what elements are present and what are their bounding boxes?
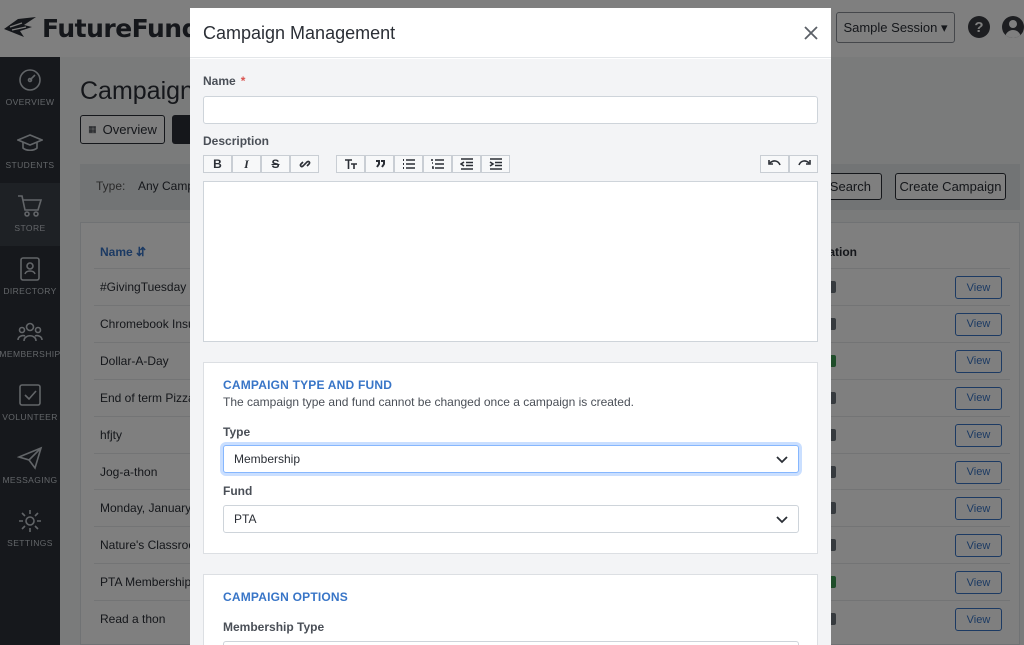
italic-glyph: I bbox=[244, 156, 249, 171]
modal-header: Campaign Management bbox=[190, 8, 831, 58]
description-label: Description bbox=[203, 134, 270, 148]
indent-button[interactable] bbox=[481, 155, 510, 173]
name-label-text: Name bbox=[203, 74, 236, 88]
numbered-list-icon bbox=[430, 159, 444, 169]
quote-button[interactable] bbox=[365, 155, 394, 173]
bold-button[interactable]: B bbox=[203, 155, 232, 173]
heading-button[interactable] bbox=[336, 155, 365, 173]
modal-body bbox=[190, 59, 831, 645]
name-field-label: Name * bbox=[203, 74, 245, 88]
section-note: The campaign type and fund cannot be cha… bbox=[223, 395, 634, 409]
modal-title: Campaign Management bbox=[203, 23, 396, 43]
section-title: CAMPAIGN TYPE AND FUND bbox=[223, 378, 393, 392]
indent-icon bbox=[489, 158, 502, 170]
link-button[interactable] bbox=[290, 155, 319, 173]
undo-button[interactable] bbox=[760, 155, 789, 173]
type-select-value: Membership bbox=[234, 452, 301, 466]
section-title: CAMPAIGN OPTIONS bbox=[223, 590, 348, 604]
strikethrough-button[interactable]: S bbox=[261, 155, 290, 173]
campaign-type-fund-section: CAMPAIGN TYPE AND FUND The campaign type… bbox=[203, 362, 818, 554]
quote-icon bbox=[375, 160, 385, 168]
heading-icon bbox=[344, 159, 357, 169]
strike-glyph: S bbox=[271, 157, 280, 171]
campaign-name-input[interactable] bbox=[203, 96, 818, 124]
type-select[interactable]: Membership bbox=[223, 445, 799, 473]
outdent-icon bbox=[459, 158, 473, 170]
membership-type-select[interactable] bbox=[223, 641, 799, 645]
campaign-management-modal: Campaign Management Name * Description B … bbox=[190, 8, 831, 645]
undo-icon bbox=[767, 160, 781, 166]
chevron-down-icon bbox=[776, 516, 788, 524]
fund-select-value: PTA bbox=[234, 512, 257, 526]
redo-icon bbox=[797, 160, 811, 166]
campaign-options-section: CAMPAIGN OPTIONS Membership Type bbox=[203, 574, 818, 645]
fund-select[interactable]: PTA bbox=[223, 505, 799, 533]
required-marker: * bbox=[240, 74, 246, 88]
italic-button[interactable]: I bbox=[232, 155, 261, 173]
bold-glyph: B bbox=[213, 157, 222, 171]
editor-toolbar: B I S bbox=[203, 155, 818, 173]
numbered-list-button[interactable] bbox=[423, 155, 452, 173]
bullet-list-icon bbox=[402, 159, 415, 169]
link-icon bbox=[299, 160, 310, 168]
bullet-list-button[interactable] bbox=[394, 155, 423, 173]
type-label: Type bbox=[223, 425, 251, 439]
redo-button[interactable] bbox=[789, 155, 818, 173]
outdent-button[interactable] bbox=[452, 155, 481, 173]
fund-label: Fund bbox=[223, 484, 253, 498]
description-editor[interactable] bbox=[203, 181, 818, 342]
close-icon[interactable] bbox=[802, 24, 820, 42]
membership-type-label: Membership Type bbox=[223, 620, 325, 634]
chevron-down-icon bbox=[776, 456, 788, 464]
